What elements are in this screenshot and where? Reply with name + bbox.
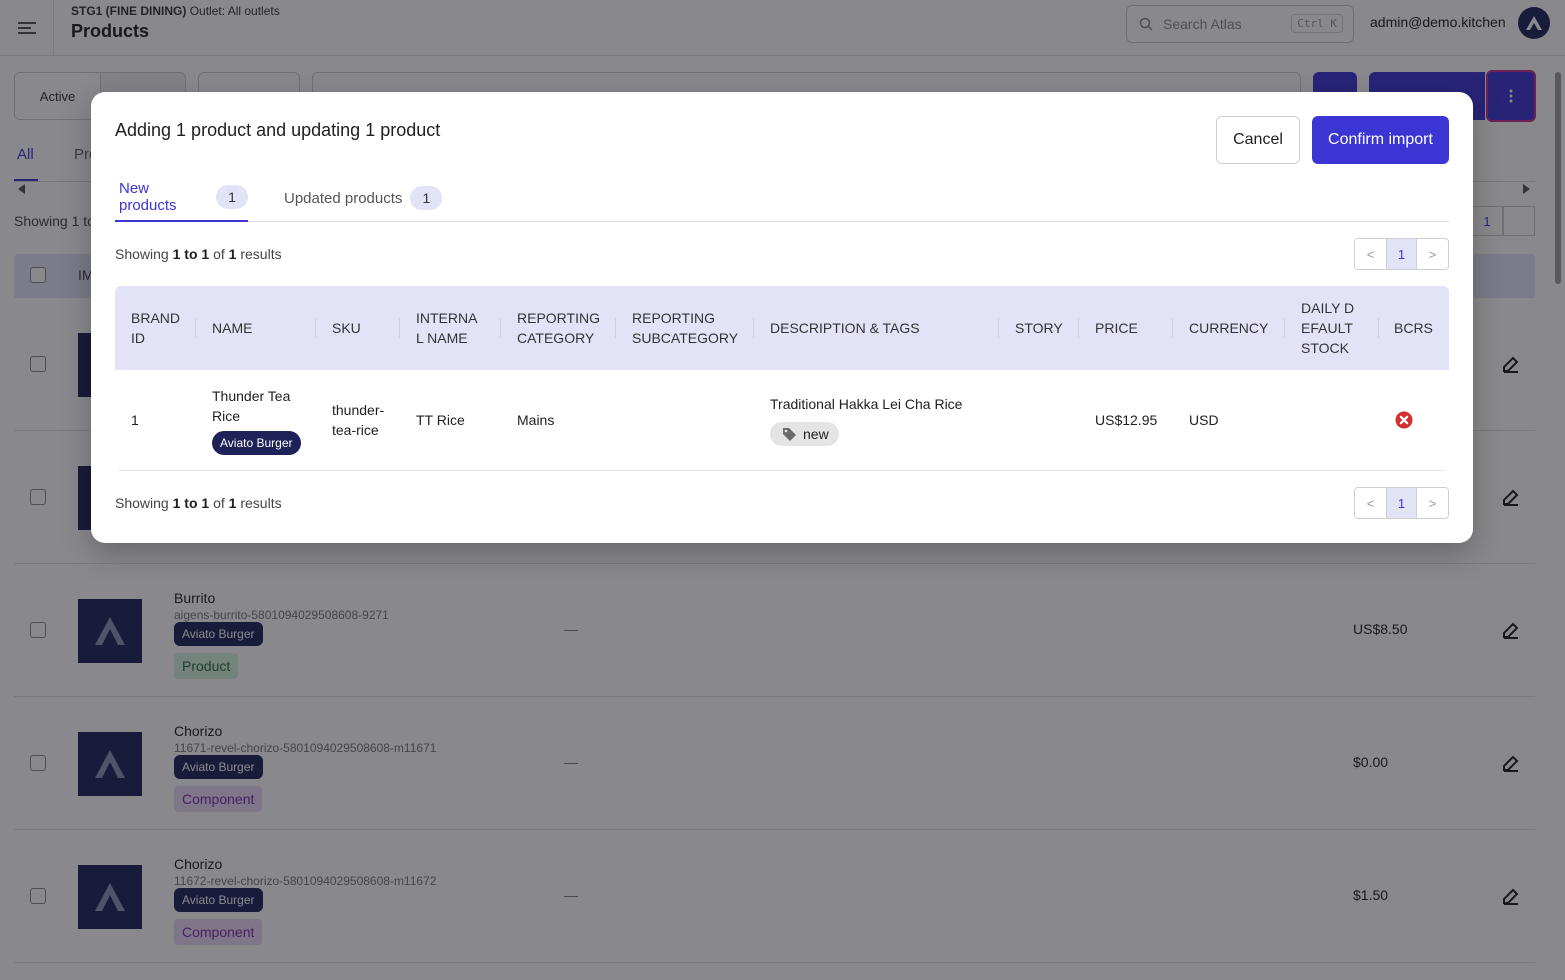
column-label: STORY [1015,320,1063,336]
column-header-currency[interactable]: CURRENCY [1189,286,1285,370]
summary-to: 1 [201,246,210,262]
cell-price: US$12.95 [1095,412,1158,428]
cell-internal-name: TT Rice [416,412,465,428]
summary-of-word: of [213,246,225,262]
column-label: PRICE [1095,320,1138,336]
results-summary-bottom: Showing 1 to 1 of 1 results [115,495,282,511]
column-divider [615,318,616,338]
tag-icon [783,428,796,441]
column-divider [500,318,501,338]
cell-sku: thunder-tea-rice [332,402,385,438]
import-tabs: New products 1 Updated products 1 [115,174,1449,222]
column-label: REPORTING CATEGORY [517,310,600,346]
summary-from: 1 [172,246,181,262]
column-header-story[interactable]: STORY [1015,286,1079,370]
column-divider [399,318,400,338]
cell-brand-id: 1 [131,412,139,428]
column-label: BRAND ID [131,310,181,346]
next-page-button[interactable]: > [1417,239,1448,269]
column-header-reporting-category[interactable]: REPORTING CATEGORY [517,286,616,370]
column-divider [998,318,999,338]
tag-label: new [803,426,829,442]
summary-total: 1 [228,246,237,262]
confirm-import-button[interactable]: Confirm import [1312,116,1449,164]
column-label: DAILY DEFAULT STOCK [1301,300,1355,356]
column-header-price[interactable]: PRICE [1095,286,1173,370]
column-divider [753,318,754,338]
column-label: NAME [212,320,253,336]
results-summary: Showing 1 to 1 of 1 results [115,246,282,262]
import-confirmation-dialog: Adding 1 product and updating 1 product … [91,92,1473,543]
prev-page-button[interactable]: < [1355,239,1386,269]
count-badge: 1 [410,186,443,210]
product-description: Traditional Hakka Lei Cha Rice [770,396,963,412]
column-header-brand-id[interactable]: BRAND ID [131,286,196,370]
summary-prefix: Showing [115,246,169,262]
tab-updated-products[interactable]: Updated products 1 [284,174,443,222]
tab-label: New products [119,180,177,214]
pagination: < 1 > [1354,238,1449,270]
summary-to: 1 [201,495,210,511]
column-header-name[interactable]: NAME [212,286,316,370]
column-label: INTERNAL NAME [416,310,478,346]
column-divider [1078,318,1079,338]
page-number-button[interactable]: 1 [1386,239,1417,269]
brand-chip-wrap: Aviato Burger [212,431,312,455]
cell-reporting-category: Mains [517,412,555,428]
column-divider [1378,318,1379,338]
column-label: DESCRIPTION & TAGS [770,320,920,336]
count-badge: 1 [216,185,248,209]
column-header-daily-default-stock[interactable]: DAILY DEFAULT STOCK [1301,286,1379,370]
tab-label: Updated products [284,189,403,207]
column-divider [1284,318,1285,338]
cell-bcrs [1395,411,1413,434]
cell-description-tags: Traditional Hakka Lei Cha Rice new [770,394,962,446]
summary-total: 1 [228,495,237,511]
tab-new-products[interactable]: New products 1 [115,174,248,222]
summary-to-word: to [184,246,198,262]
column-header-reporting-subcategory[interactable]: REPORTING SUBCATEGORY [632,286,754,370]
column-label: SKU [332,320,361,336]
column-header-description-tags[interactable]: DESCRIPTION & TAGS [770,286,999,370]
column-header-bcrs[interactable]: BCRS [1394,286,1449,370]
error-circle-icon [1395,411,1413,429]
column-label: BCRS [1394,320,1433,336]
import-table-header: BRAND ID NAME SKU INTERNAL NAME REPORTIN… [115,286,1449,370]
table-row[interactable]: 1 Thunder Tea Rice Aviato Burger thunder… [119,370,1445,471]
dialog-title: Adding 1 product and updating 1 product [115,120,441,140]
summary-prefix: Showing [115,495,169,511]
page-number-button[interactable]: 1 [1386,488,1417,518]
cell-currency: USD [1189,412,1219,428]
column-label: CURRENCY [1189,320,1269,336]
brand-chip: Aviato Burger [212,431,301,455]
summary-suffix: results [240,495,282,511]
column-divider [1172,318,1173,338]
summary-to-word: to [184,495,198,511]
tag-chip: new [770,422,839,446]
pagination-bottom: < 1 > [1354,487,1449,519]
product-name: Thunder Tea Rice [212,388,291,424]
summary-from: 1 [172,495,181,511]
column-header-internal-name[interactable]: INTERNAL NAME [416,286,501,370]
cancel-button[interactable]: Cancel [1216,116,1300,164]
column-label: REPORTING SUBCATEGORY [632,310,739,346]
cell-name: Thunder Tea Rice Aviato Burger [212,386,312,455]
prev-page-button[interactable]: < [1355,488,1386,518]
summary-suffix: results [240,246,282,262]
column-header-sku[interactable]: SKU [332,286,400,370]
summary-of-word: of [213,495,225,511]
column-divider [315,318,316,338]
column-divider [195,318,196,338]
tag-list: new [770,422,962,446]
next-page-button[interactable]: > [1417,488,1448,518]
